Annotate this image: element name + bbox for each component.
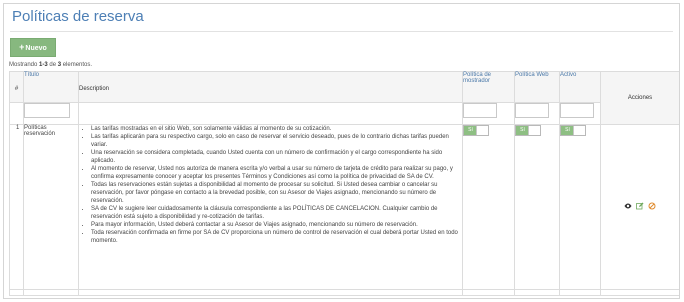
counter-policy-toggle[interactable]: Sí	[463, 125, 489, 136]
policies-table: # Título Description Política de mostrad…	[9, 71, 680, 296]
panel: Políticas de reserva +Nuevo Mostrando 1-…	[3, 3, 680, 299]
description-list: Las tarifas mostradas en el sitio Web, s…	[79, 125, 462, 245]
col-header-description: Description	[78, 71, 463, 103]
description-item: Las tarifas mostradas en el sitio Web, s…	[91, 125, 462, 133]
col-header-counter-policy[interactable]: Política de mostrador	[462, 71, 515, 103]
col-header-actions: Acciones	[600, 71, 679, 125]
results-range: 1-3	[39, 62, 48, 68]
col-header-web-policy[interactable]: Política Web	[514, 71, 560, 103]
description-item: SA de CV le sugiere leer cuidadosamente …	[91, 205, 462, 221]
toggle-knob	[528, 126, 540, 135]
web-policy-toggle[interactable]: Sí	[515, 125, 541, 136]
active-filter-input[interactable]	[560, 103, 594, 118]
pencil-icon[interactable]	[636, 202, 644, 210]
plus-icon: +	[19, 42, 25, 52]
table-row	[9, 289, 679, 296]
description-item: Las tarifas aplicarán para su respectivo…	[91, 133, 462, 149]
col-header-active[interactable]: Activo	[559, 71, 601, 103]
col-header-number: #	[9, 71, 24, 103]
col-header-title[interactable]: Título	[23, 71, 79, 103]
row-title: Políticas reservación	[23, 124, 79, 290]
description-item: Todas las reservaciones están sujetas a …	[91, 181, 462, 205]
counter-policy-filter-input[interactable]	[463, 103, 497, 118]
toggle-knob	[573, 126, 585, 135]
active-toggle[interactable]: Sí	[560, 125, 586, 136]
new-button-label: Nuevo	[25, 45, 47, 52]
description-item: Para mayor información, Usted deberá con…	[91, 221, 462, 229]
results-summary: Mostrando 1-3 de 3 elementos.	[9, 62, 93, 68]
new-button[interactable]: +Nuevo	[10, 38, 56, 57]
eye-icon[interactable]	[624, 202, 632, 210]
ban-icon[interactable]	[648, 202, 656, 210]
title-filter-input[interactable]	[24, 103, 70, 118]
page-title: Políticas de reserva	[12, 8, 144, 25]
description-item: Al momento de reservar, Usted nos autori…	[91, 165, 462, 181]
header-row: # Título Description Política de mostrad…	[9, 71, 679, 125]
row-description: Las tarifas mostradas en el sitio Web, s…	[78, 124, 463, 290]
description-item: Una reservación se considera completada,…	[91, 149, 462, 165]
row-actions	[600, 124, 679, 290]
row-number: 1	[9, 124, 24, 290]
title-divider	[10, 31, 673, 32]
description-item: Toda reservación confirmada en firme por…	[91, 229, 462, 245]
web-policy-filter-input[interactable]	[515, 103, 549, 118]
filter-row	[9, 102, 680, 125]
table-row: 1 Políticas reservación Las tarifas most…	[9, 124, 679, 290]
toggle-knob	[476, 126, 488, 135]
